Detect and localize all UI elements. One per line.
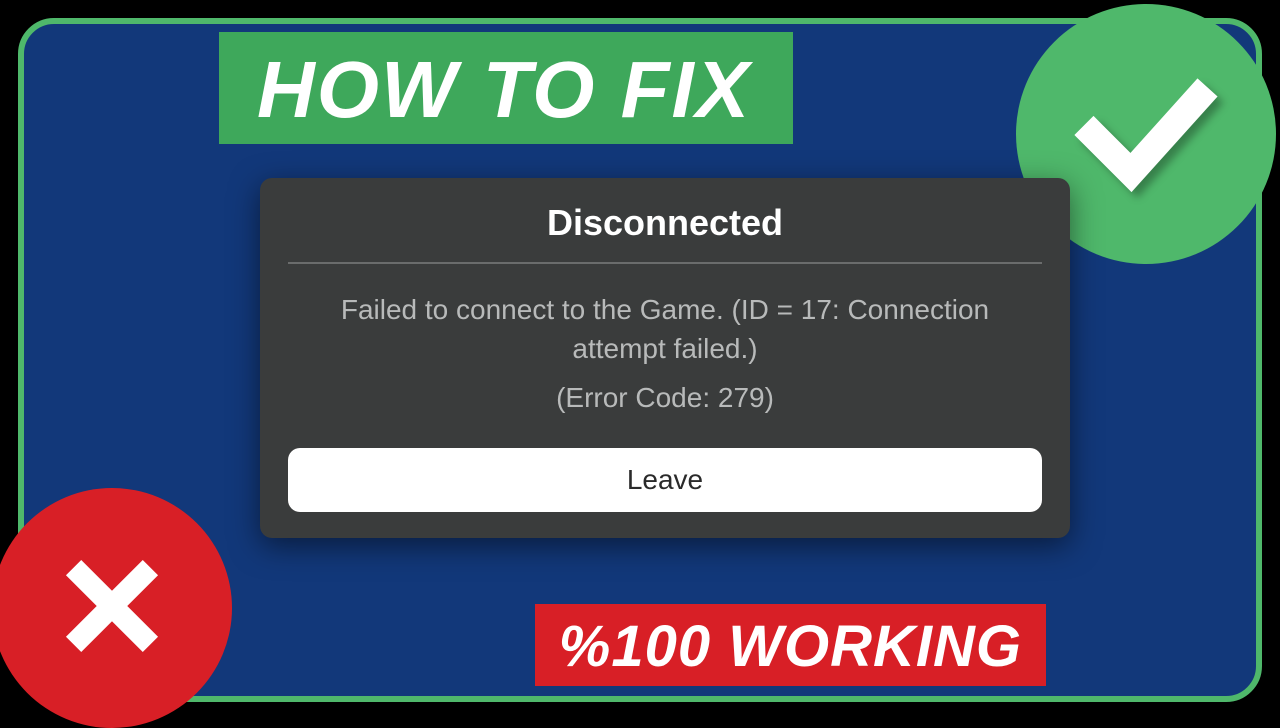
title-banner: HOW TO FIX (219, 32, 793, 144)
cross-icon (52, 546, 172, 671)
working-text: %100 WORKING (559, 614, 1022, 679)
disconnect-dialog: Disconnected Failed to connect to the Ga… (260, 178, 1070, 538)
thumbnail-frame: HOW TO FIX Disconnected Failed to connec… (18, 18, 1262, 702)
dialog-error-code: (Error Code: 279) (288, 378, 1042, 447)
working-banner: %100 WORKING (535, 604, 1046, 686)
leave-button[interactable]: Leave (288, 448, 1042, 512)
cross-circle (0, 488, 232, 728)
dialog-message: Failed to connect to the Game. (ID = 17:… (288, 290, 1042, 378)
dialog-title: Disconnected (288, 202, 1042, 262)
dialog-divider (288, 262, 1042, 264)
checkmark-icon (1071, 57, 1221, 212)
title-text: HOW TO FIX (257, 45, 751, 134)
